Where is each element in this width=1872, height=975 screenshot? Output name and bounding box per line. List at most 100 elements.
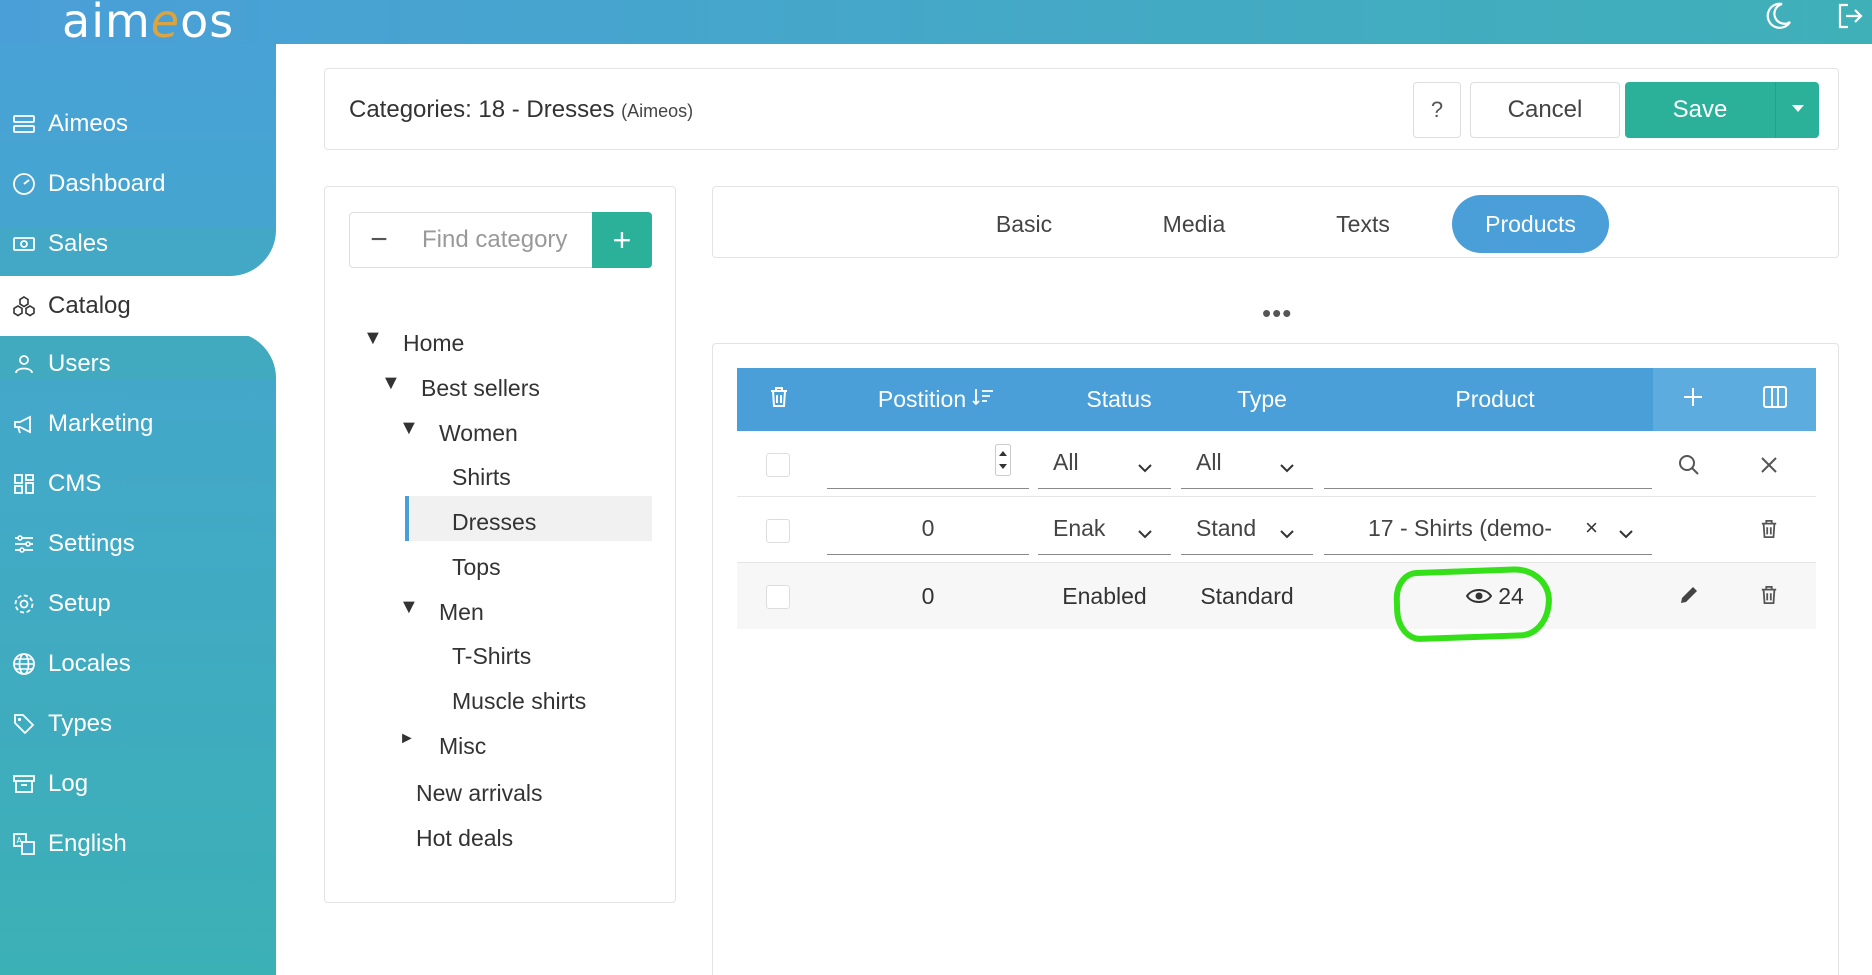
logo-text-end: os	[180, 0, 235, 48]
chevron-down-icon	[1137, 453, 1153, 480]
more-options-button[interactable]: •••	[1262, 298, 1292, 329]
boxes-icon	[11, 293, 37, 319]
sidebar-item-label: Locales	[48, 650, 131, 677]
sidebar-item-catalog[interactable]: Catalog	[0, 276, 276, 336]
category-search-input[interactable]	[408, 212, 593, 268]
tree-node-misc[interactable]: Misc	[439, 724, 486, 768]
moon-icon[interactable]	[1762, 0, 1794, 32]
edit-row-button[interactable]	[1667, 581, 1711, 613]
trash-icon	[1760, 519, 1778, 544]
trash-icon	[769, 386, 789, 414]
megaphone-icon	[11, 411, 37, 437]
tree-node-muscle-shirts[interactable]: Muscle shirts	[452, 679, 586, 723]
tree-node-women[interactable]: Women	[439, 411, 518, 455]
tree-node-t-shirts[interactable]: T-Shirts	[452, 634, 531, 678]
expand-arrow-icon[interactable]: ▼	[363, 327, 383, 350]
row-checkbox[interactable]	[766, 519, 790, 543]
sidebar-item-aimeos[interactable]: Aimeos	[0, 94, 276, 154]
pencil-icon	[1678, 584, 1700, 611]
sidebar-item-label: Log	[48, 770, 89, 797]
position-filter-input[interactable]	[827, 437, 1029, 489]
cancel-button[interactable]: Cancel	[1470, 82, 1620, 138]
sidebar-item-dashboard[interactable]: Dashboard	[0, 154, 276, 214]
annotation-circle	[1392, 565, 1554, 643]
row-status: Enabled	[1062, 582, 1147, 609]
expand-arrow-icon[interactable]: ▼	[399, 417, 419, 440]
add-product-button[interactable]	[1653, 368, 1733, 431]
tree-node-home[interactable]: Home	[403, 321, 464, 365]
row-position: 0	[921, 582, 935, 609]
sidebar-item-locales[interactable]: Locales	[0, 634, 276, 694]
chevron-down-icon	[1618, 519, 1634, 546]
column-product[interactable]: Product	[1337, 368, 1653, 431]
table-row-editing: 0 Enak Stand 17 - Shirts (demo- ×	[737, 497, 1816, 563]
dashboard-icon	[11, 171, 37, 197]
chevron-down-icon	[1279, 519, 1295, 546]
logout-icon[interactable]	[1834, 0, 1866, 32]
collapse-tree-button[interactable]: −	[349, 212, 409, 268]
tree-node-hot-deals[interactable]: Hot deals	[416, 816, 513, 860]
aimeos-logo[interactable]: aimeos	[62, 0, 234, 48]
help-button[interactable]: ?	[1413, 82, 1461, 138]
columns-button[interactable]	[1733, 368, 1816, 431]
sidebar-item-sales[interactable]: Sales	[0, 214, 276, 274]
status-filter-select[interactable]: All	[1038, 437, 1171, 489]
tree-node-tops[interactable]: Tops	[452, 545, 501, 589]
row-checkbox[interactable]	[766, 585, 790, 609]
item-tabs: Basic Media Texts Products	[712, 186, 1839, 258]
table-row[interactable]: 0 Enabled Standard 24	[737, 563, 1816, 629]
sidebar-item-label: Settings	[48, 530, 135, 557]
row-type: Standard	[1200, 582, 1294, 609]
money-icon	[11, 231, 37, 257]
sidebar-item-settings[interactable]: Settings	[0, 514, 276, 574]
tab-texts[interactable]: Texts	[1298, 195, 1428, 253]
tree-node-new-arrivals[interactable]: New arrivals	[416, 771, 543, 815]
tags-icon	[11, 711, 37, 737]
expand-arrow-icon[interactable]: ▼	[399, 596, 419, 619]
save-button[interactable]: Save	[1625, 82, 1775, 138]
number-stepper-icon[interactable]	[995, 443, 1011, 482]
sidebar-item-cms[interactable]: CMS	[0, 454, 276, 514]
tree-node-shirts[interactable]: Shirts	[452, 455, 511, 499]
select-all-checkbox[interactable]	[766, 453, 790, 477]
sidebar-item-users[interactable]: Users	[0, 334, 276, 394]
sidebar-item-log[interactable]: Log	[0, 754, 276, 814]
delete-all-button[interactable]	[737, 368, 821, 431]
position-input[interactable]: 0	[827, 503, 1029, 555]
delete-row-button[interactable]	[1747, 581, 1791, 613]
column-status[interactable]: Status	[1051, 368, 1187, 431]
sidebar-item-marketing[interactable]: Marketing	[0, 394, 276, 454]
product-select[interactable]: 17 - Shirts (demo- ×	[1324, 503, 1652, 555]
type-filter-select[interactable]: All	[1181, 437, 1313, 489]
expand-arrow-icon[interactable]: ▼	[381, 372, 401, 395]
type-filter-value: All	[1196, 449, 1222, 475]
tab-media[interactable]: Media	[1129, 195, 1259, 253]
status-select[interactable]: Enak	[1038, 503, 1171, 555]
column-position[interactable]: Postition	[821, 368, 1051, 431]
sidebar-item-setup[interactable]: Setup	[0, 574, 276, 634]
add-category-button[interactable]: +	[592, 212, 652, 268]
sidebar-item-english[interactable]: A English	[0, 814, 276, 874]
sidebar-item-label: Catalog	[48, 292, 131, 319]
delete-row-button[interactable]	[1747, 515, 1791, 547]
globe-icon	[11, 651, 37, 677]
type-select-value: Stand	[1196, 515, 1257, 541]
tree-node-best-sellers[interactable]: Best sellers	[421, 366, 540, 410]
layout-icon	[11, 471, 37, 497]
sidebar-item-label: English	[48, 830, 127, 857]
search-icon[interactable]	[1667, 449, 1711, 481]
clear-selection-icon[interactable]: ×	[1585, 515, 1598, 541]
save-options-button[interactable]	[1775, 82, 1819, 138]
collapsed-arrow-icon[interactable]: ►	[399, 730, 415, 748]
tree-node-dresses[interactable]: Dresses	[452, 500, 536, 544]
clear-filter-icon[interactable]	[1747, 449, 1791, 481]
type-select[interactable]: Stand	[1181, 503, 1313, 555]
column-type[interactable]: Type	[1187, 368, 1337, 431]
sidebar-item-types[interactable]: Types	[0, 694, 276, 754]
sidebar-item-label: CMS	[48, 470, 102, 497]
product-filter-input[interactable]	[1324, 437, 1652, 489]
tab-products[interactable]: Products	[1452, 195, 1609, 253]
tree-node-men[interactable]: Men	[439, 590, 484, 634]
tab-basic[interactable]: Basic	[959, 195, 1089, 253]
products-panel: Postition Status Type Product All All 0 …	[712, 343, 1839, 975]
